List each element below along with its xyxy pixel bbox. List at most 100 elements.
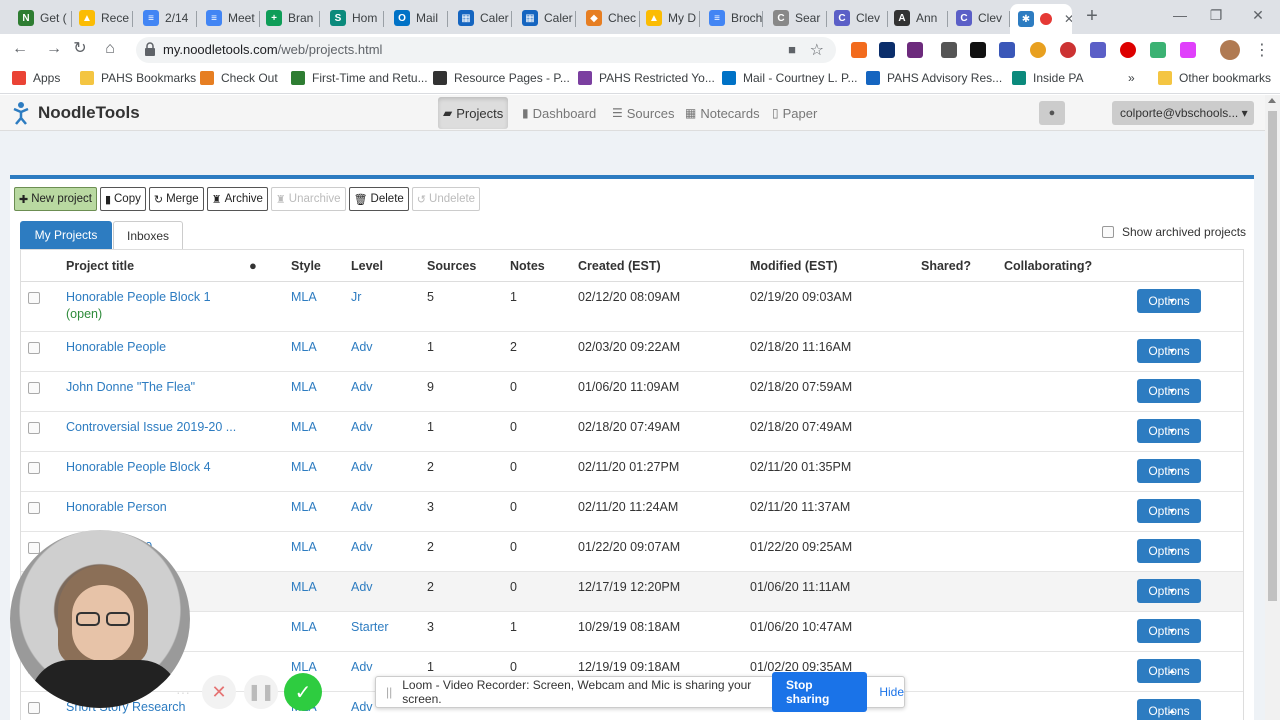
citation-style-link[interactable]: MLA <box>291 340 317 354</box>
extension-icon[interactable] <box>879 42 895 58</box>
table-row[interactable]: John Donne "The Flea" MLA Adv 9 0 01/06/20 11… <box>21 372 1243 412</box>
citation-style-link[interactable]: MLA <box>291 620 317 634</box>
address-bar[interactable]: my.noodletools.com/web/projects.html ■ ☆ <box>136 37 836 63</box>
level-link[interactable]: Adv <box>351 340 373 354</box>
browser-tab[interactable]: S Hom <box>322 4 384 32</box>
project-title-link[interactable]: Honorable People Block 4 <box>66 460 211 474</box>
level-link[interactable]: Adv <box>351 580 373 594</box>
bookmark-item[interactable]: Inside PA <box>1012 71 1083 85</box>
undelete-button[interactable]: ↺ Undelete <box>411 187 481 211</box>
nav-tab-notecards[interactable]: ▦ Notecards <box>680 97 765 129</box>
extension-icon[interactable] <box>1030 42 1046 58</box>
citation-style-link[interactable]: MLA <box>291 540 317 554</box>
col-notes[interactable]: Notes <box>510 259 545 273</box>
nav-tab-dashboard[interactable]: ▮ Dashboard <box>517 97 601 129</box>
loom-more-icon[interactable]: ··· <box>166 675 200 709</box>
level-link[interactable]: Adv <box>351 700 373 714</box>
browser-tab[interactable]: ▲ My D <box>638 4 700 32</box>
browser-tab[interactable]: ▦ Caler <box>450 4 512 32</box>
level-link[interactable]: Starter <box>351 620 389 634</box>
extension-icon[interactable] <box>1180 42 1196 58</box>
level-link[interactable]: Adv <box>351 660 373 674</box>
options-button[interactable]: Options <box>1137 579 1201 603</box>
col-modified[interactable]: Modified (EST) <box>750 259 838 273</box>
back-icon[interactable]: ← <box>10 39 30 59</box>
browser-tab[interactable]: O Mail <box>386 4 448 32</box>
browser-tab[interactable]: C Clev <box>948 4 1010 32</box>
citation-style-link[interactable]: MLA <box>291 580 317 594</box>
browser-tab[interactable]: ≡ Broch <box>701 4 763 32</box>
bookmark-item[interactable]: PAHS Restricted Yo... <box>578 71 715 85</box>
minimize-button[interactable]: — <box>1160 4 1200 26</box>
bookmark-star-icon[interactable]: ☆ <box>810 40 824 60</box>
table-row[interactable]: ...ssue 2019-20MLAAdv2001/22/20 09:07AM0… <box>21 532 1243 572</box>
citation-style-link[interactable]: MLA <box>291 420 317 434</box>
browser-tab[interactable]: + Bran <box>258 4 320 32</box>
level-link[interactable]: Adv <box>351 420 373 434</box>
col-project-title[interactable]: Project title <box>66 259 134 273</box>
row-checkbox[interactable] <box>28 542 40 554</box>
bookmark-item[interactable]: Apps <box>12 71 60 85</box>
delete-button[interactable]: 🗑 Delete <box>348 187 409 211</box>
row-checkbox[interactable] <box>28 382 40 394</box>
webcam-bubble[interactable] <box>10 530 190 708</box>
table-row[interactable]: Honorable Person MLA Adv 3 0 02/11/20 11:24AM… <box>21 492 1243 532</box>
options-button[interactable]: Options <box>1137 379 1201 403</box>
maximize-button[interactable]: ❐ <box>1196 4 1236 26</box>
nav-tab-paper[interactable]: ▯ Paper <box>767 97 822 129</box>
more-bookmarks-icon[interactable]: » <box>1128 71 1135 85</box>
loom-cancel-icon[interactable]: ✕ <box>202 675 236 709</box>
browser-tab[interactable]: C Sear <box>765 4 827 32</box>
merge-button[interactable]: ↻ Merge <box>148 187 204 211</box>
browser-tab[interactable]: A Ann <box>886 4 948 32</box>
project-title-link[interactable]: John Donne "The Flea" <box>66 380 195 394</box>
col-sources[interactable]: Sources <box>427 259 476 273</box>
table-row[interactable]: Honorable People Block 4 MLA Adv 2 0 02/11/20… <box>21 452 1243 492</box>
citation-style-link[interactable]: MLA <box>291 660 317 674</box>
loom-pause-icon[interactable]: ❚❚ <box>244 675 278 709</box>
options-button[interactable]: Options <box>1137 339 1201 363</box>
citation-style-link[interactable]: MLA <box>291 380 317 394</box>
browser-tab[interactable]: ▦ Caler <box>514 4 576 32</box>
unarchive-button[interactable]: ♜ Unarchive <box>270 187 346 211</box>
row-checkbox[interactable] <box>28 292 40 304</box>
options-button[interactable]: Options <box>1137 459 1201 483</box>
nav-tab-sources[interactable]: ☰ Sources <box>607 97 679 129</box>
table-row[interactable]: Honorable People Block 1 (open) MLA Jr 5 1 02/… <box>21 282 1243 332</box>
col-collaborating[interactable]: Collaborating? <box>1004 259 1092 273</box>
table-row[interactable]: MLA Starter 3 1 10/29/19 08:18AM 01/06/20 10:… <box>21 612 1243 652</box>
extension-icon[interactable] <box>1060 42 1076 58</box>
extension-icon[interactable] <box>1090 42 1106 58</box>
project-title-link[interactable]: Honorable People Block 1 <box>66 290 211 304</box>
extension-icon[interactable] <box>1150 42 1166 58</box>
options-button[interactable]: Options <box>1137 699 1201 720</box>
loom-finish-icon[interactable]: ✓ <box>284 673 322 711</box>
tab-my-projects[interactable]: My Projects <box>20 221 112 249</box>
other-bookmarks[interactable]: Other bookmarks <box>1158 71 1271 85</box>
new-project-button[interactable]: ✚ New project <box>14 187 97 211</box>
level-link[interactable]: Adv <box>351 500 373 514</box>
extension-icon[interactable] <box>907 42 923 58</box>
project-title-link[interactable]: Honorable People <box>66 340 166 354</box>
user-menu-button[interactable]: colporte@vbschools... ▾ <box>1112 101 1254 125</box>
extension-icon[interactable] <box>941 42 957 58</box>
project-title-link[interactable]: Honorable Person <box>66 500 167 514</box>
options-button[interactable]: Options <box>1137 539 1201 563</box>
table-row[interactable]: Honorable People MLA Adv 1 2 02/03/20 09:22AM… <box>21 332 1243 372</box>
extension-icon[interactable] <box>999 42 1015 58</box>
col-created[interactable]: Created (EST) <box>578 259 661 273</box>
level-link[interactable]: Adv <box>351 460 373 474</box>
bookmark-item[interactable]: First-Time and Retu... <box>291 71 428 85</box>
new-tab-button[interactable]: + <box>1082 5 1102 27</box>
browser-tab[interactable]: ≡ Meet <box>198 4 260 32</box>
drag-handle-icon[interactable]: || <box>386 685 392 699</box>
options-button[interactable]: Options <box>1137 289 1201 313</box>
bookmark-item[interactable]: PAHS Advisory Res... <box>866 71 1002 85</box>
row-checkbox[interactable] <box>28 342 40 354</box>
extension-icon[interactable] <box>851 42 867 58</box>
profile-avatar[interactable] <box>1220 40 1240 60</box>
chrome-menu-icon[interactable]: ⋮ <box>1254 40 1270 60</box>
bookmark-item[interactable]: Check Out <box>200 71 278 85</box>
reload-icon[interactable]: ↻ <box>70 39 90 59</box>
forward-icon[interactable]: → <box>44 39 64 59</box>
